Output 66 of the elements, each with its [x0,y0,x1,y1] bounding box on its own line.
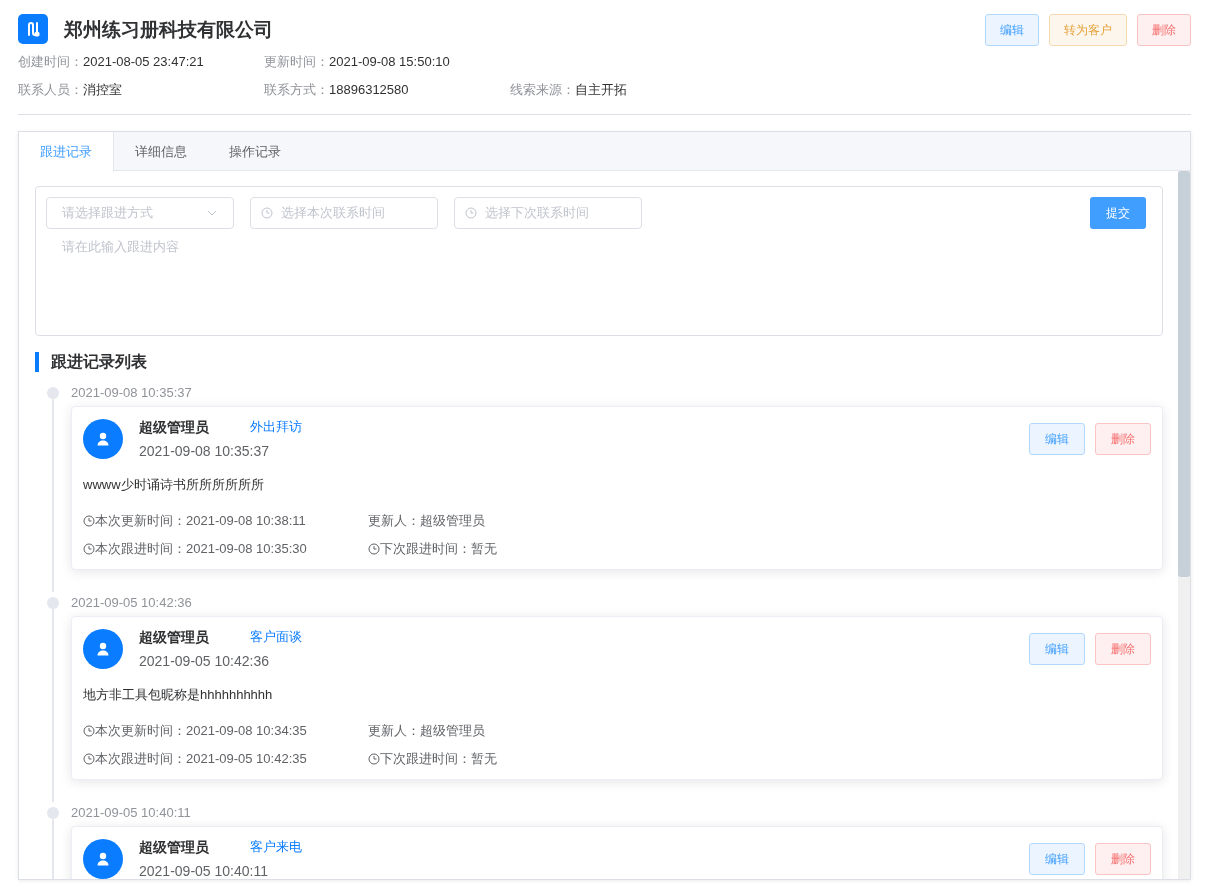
user-name: 超级管理员 [139,418,210,437]
delete-button[interactable]: 删除 [1095,633,1151,665]
record-timestamp: 2021-09-05 10:40:11 [71,804,192,822]
record-meta: 本次更新时间：2021-09-08 10:34:35 [95,722,307,741]
edit-button[interactable]: 编辑 [985,14,1039,46]
clock-icon [368,753,380,765]
convert-button[interactable]: 转为客户 [1049,14,1127,46]
field-label: 更新时间： [264,53,329,72]
field-label: 创建时间： [18,53,83,72]
tab[interactable]: 操作记录 [208,132,302,171]
field-value: 消控室 [83,81,122,100]
scrollbar-thumb[interactable] [1178,171,1190,577]
record-created-time: 2021-09-05 10:40:11 [139,862,269,879]
user-name: 超级管理员 [139,838,210,857]
clock-icon [83,725,95,737]
clock-icon [368,543,380,555]
field-value: 2021-09-08 15:50:10 [329,53,450,72]
clock-icon [83,515,95,527]
clock-icon [83,543,95,555]
field-label: 联系方式： [264,81,329,100]
record-meta: 更新人：超级管理员 [368,722,485,741]
logo-icon [18,14,48,44]
title-accent-bar [35,352,39,372]
clock-icon [261,207,273,219]
record-created-time: 2021-09-08 10:35:37 [139,442,270,461]
record-created-time: 2021-09-05 10:42:36 [139,652,270,671]
record-timestamp: 2021-09-08 10:35:37 [71,384,193,402]
record-meta: 更新人：超级管理员 [368,512,485,531]
delete-button[interactable]: 删除 [1137,14,1191,46]
record-content: 地方非工具包昵称是hhhhhhhhhh [83,686,274,704]
tab[interactable]: 详细信息 [114,132,208,171]
follow-method: 客户来电 [250,838,302,857]
user-icon [95,851,111,867]
edit-button[interactable]: 编辑 [1029,633,1085,665]
content-field[interactable]: 请在此输入跟进内容 [46,237,1152,317]
method-select[interactable]: 请选择跟进方式 [46,197,234,229]
tab[interactable]: 跟进记录 [19,132,114,172]
edit-button[interactable]: 编辑 [1029,843,1085,875]
clock-icon [83,753,95,765]
follow-up-form[interactable]: 请选择跟进方式 选择本次联系时间 选择下次联系时间 提交 请在此输入跟进内容 [35,186,1163,336]
record-timestamp: 2021-09-05 10:42:36 [71,594,193,612]
time-picker[interactable]: 选择下次联系时间 [454,197,642,229]
field-value: 18896312580 [329,81,409,100]
user-icon [95,641,111,657]
field-value: 自主开拓 [575,81,627,100]
field-label: 线索来源： [510,81,575,100]
record-meta: 下次跟进时间：暂无 [380,540,497,559]
user-name: 超级管理员 [139,628,210,647]
follow-method: 外出拜访 [250,418,302,437]
field-value: 2021-08-05 23:47:21 [83,53,204,72]
submit-button[interactable]: 提交 [1090,197,1146,229]
follow-method: 客户面谈 [250,628,302,647]
record-meta: 下次跟进时间：暂无 [380,750,497,769]
record-content: wwww少时诵诗书所所所所所所 [83,476,265,494]
delete-button[interactable]: 删除 [1095,843,1151,875]
record-meta: 本次更新时间：2021-09-08 10:38:11 [95,512,306,531]
list-title: 跟进记录列表 [51,352,147,372]
field-label: 联系人员： [18,81,83,100]
delete-button[interactable]: 删除 [1095,423,1151,455]
company-title: 郑州练习册科技有限公司 [64,18,273,42]
record-meta: 本次跟进时间：2021-09-08 10:35:30 [95,540,307,559]
user-icon [95,431,111,447]
record-meta: 本次跟进时间：2021-09-05 10:42:35 [95,750,307,769]
time-picker[interactable]: 选择本次联系时间 [250,197,438,229]
edit-button[interactable]: 编辑 [1029,423,1085,455]
clock-icon [465,207,477,219]
